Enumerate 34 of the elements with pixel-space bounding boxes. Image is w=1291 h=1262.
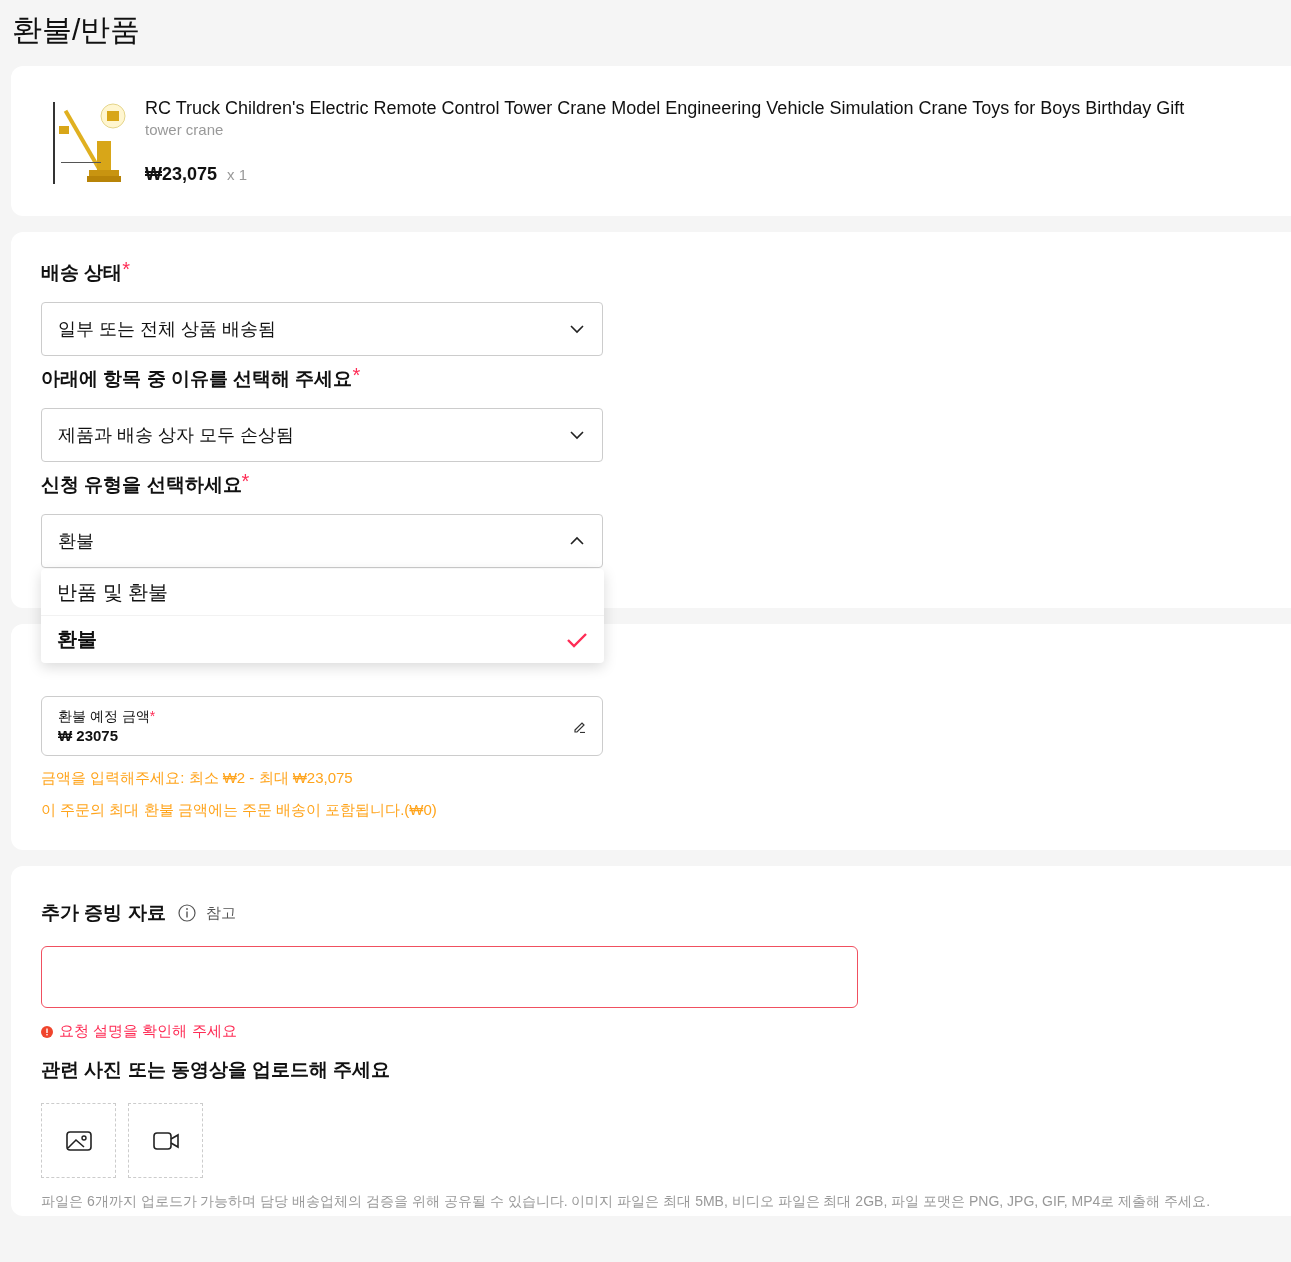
required-mark: * xyxy=(241,472,250,490)
amount-label: 환불 예정 금액 xyxy=(58,707,150,726)
dropdown-option[interactable]: 반품 및 환불 xyxy=(41,569,604,616)
video-camera-icon xyxy=(152,1129,179,1152)
required-mark: * xyxy=(122,260,131,278)
product-title[interactable]: RC Truck Children's Electric Remote Control Tower Crane Model Engineering Vehicle Simulation Crane Toys for Boys Birthday Gift xyxy=(145,96,1185,120)
info-icon[interactable] xyxy=(177,904,196,922)
page-title: 환불/반품 xyxy=(11,12,142,48)
required-mark: * xyxy=(352,366,361,384)
field-label: 아래에 항목 중 이유를 선택해 주세요 xyxy=(41,367,353,391)
hint-text: 금액을 입력해주세요: 최소 ₩2 - 최대 ₩23,075 xyxy=(41,768,354,788)
error-icon xyxy=(41,1025,53,1038)
required-mark: * xyxy=(149,707,156,726)
amount-value: ₩ 23075 xyxy=(58,726,120,746)
amount-field[interactable]: 환불 예정 금액* ₩ 23075 xyxy=(41,696,603,756)
dropdown-select[interactable]: 제품과 배송 상자 모두 손상됨 xyxy=(41,408,603,462)
photo-upload-button[interactable] xyxy=(41,1103,116,1178)
section-title: 관련 사진 또는 동영상을 업로드해 주세요 xyxy=(41,1058,392,1082)
field-label: 배송 상태 xyxy=(41,261,123,285)
info-note: 참고 xyxy=(205,903,236,923)
error-text: 요청 설명을 확인해 주세요 xyxy=(59,1022,237,1041)
product-price: ₩23,075 xyxy=(145,164,218,185)
help-text: 파일은 6개까지 업로드가 가능하며 담당 배송업체의 검증을 위해 공유될 수 있습니다. 이미지 파일은 최대 5MB, 비디오 파일은 최대 2GB, 파일 포맷은 PNG, JPG, GIF, MP4로 제출해 주세요. xyxy=(41,1192,1212,1211)
product-quantity: x 1 xyxy=(227,166,248,183)
field-label: 신청 유형을 선택하세요 xyxy=(41,473,242,497)
product-variant: tower crane xyxy=(145,120,225,140)
video-upload-button[interactable] xyxy=(128,1103,203,1178)
dropdown-select[interactable]: 환불 xyxy=(41,514,603,568)
dropdown-select[interactable]: 일부 또는 전체 상품 배송됨 xyxy=(41,302,603,356)
section-title: 추가 증빙 자료 xyxy=(41,901,166,925)
image-icon xyxy=(65,1129,92,1152)
description-field[interactable] xyxy=(41,946,858,1008)
hint-text: 이 주문의 최대 환불 금액에는 주문 배송이 포함됩니다.(₩0) xyxy=(41,800,438,820)
dropdown-option[interactable]: 환불 xyxy=(41,616,604,663)
